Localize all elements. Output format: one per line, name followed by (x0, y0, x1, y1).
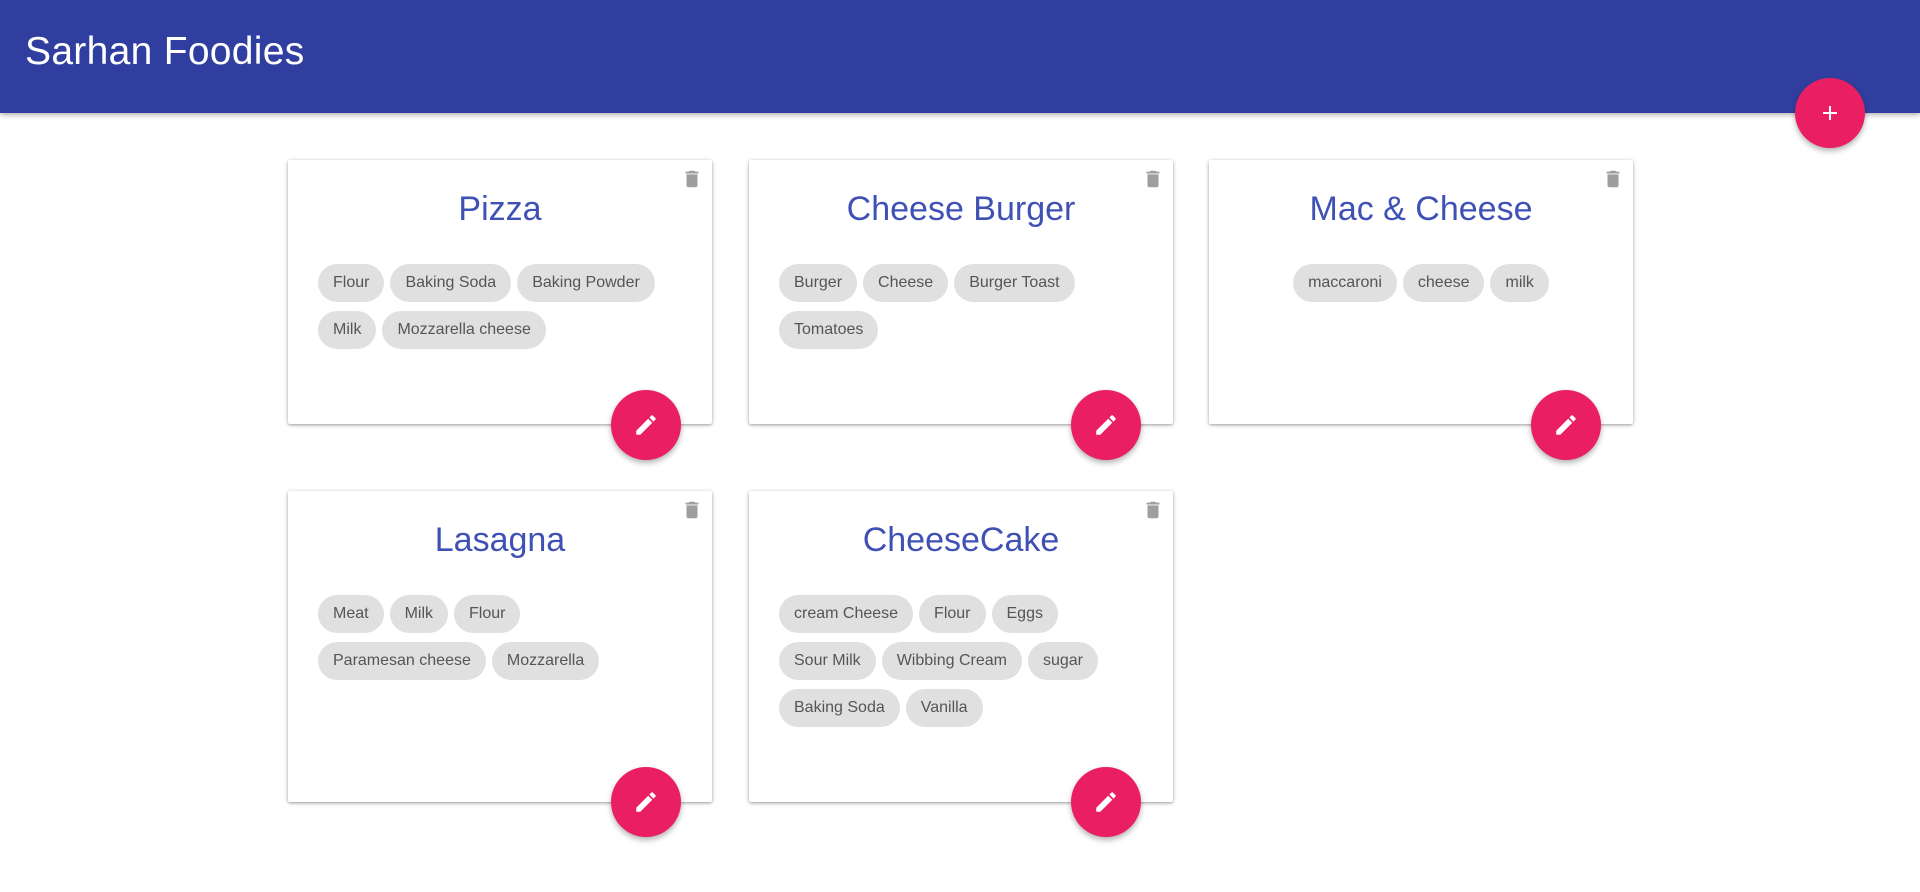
ingredient-list: Meat Milk Flour Paramesan cheese Mozzare… (318, 595, 682, 680)
ingredient-chip[interactable]: Baking Soda (779, 689, 900, 727)
ingredient-chip[interactable]: Paramesan cheese (318, 642, 486, 680)
ingredient-chip[interactable]: maccaroni (1293, 264, 1397, 302)
pencil-icon (1096, 792, 1116, 812)
edit-recipe-button[interactable] (1071, 390, 1141, 460)
edit-recipe-button[interactable] (1531, 390, 1601, 460)
recipe-title: Lasagna (434, 521, 566, 559)
app-bar: Sarhan Foodies (0, 0, 1920, 113)
plus-icon (1823, 106, 1837, 120)
pencil-icon (1556, 415, 1576, 435)
ingredient-list: Burger Cheese Burger Toast Tomatoes (779, 264, 1143, 349)
edit-recipe-button[interactable] (611, 390, 681, 460)
app-title: Sarhan Foodies (25, 30, 305, 73)
ingredient-chip[interactable]: cream Cheese (779, 595, 914, 633)
recipe-title: Mac & Cheese (1309, 190, 1533, 228)
trash-icon (1146, 501, 1160, 519)
ingredient-list: Flour Baking Soda Baking Powder Milk Moz… (318, 264, 682, 349)
ingredient-chip[interactable]: Baking Soda (390, 264, 512, 302)
recipe-card-pizza: Pizza Flour Baking Soda Baking Powder Mi… (288, 160, 712, 424)
trash-icon (685, 170, 699, 188)
ingredient-chip[interactable]: Burger Toast (954, 264, 1075, 302)
ingredient-chip[interactable]: Flour (454, 595, 521, 633)
ingredient-chip[interactable]: Mozzarella cheese (382, 311, 546, 349)
ingredient-list: cream Cheese Flour Eggs Sour Milk Wibbin… (779, 595, 1143, 727)
ingredient-chip[interactable]: cheese (1402, 264, 1485, 302)
ingredient-chip[interactable]: Sour Milk (779, 642, 876, 680)
delete-recipe-button[interactable] (1141, 167, 1165, 191)
pencil-icon (636, 792, 656, 812)
recipe-card-cheese-burger: Cheese Burger Burger Cheese Burger Toast… (749, 160, 1173, 424)
ingredient-chip[interactable]: sugar (1027, 642, 1098, 680)
ingredient-chip[interactable]: Cheese (863, 264, 949, 302)
ingredient-chip[interactable]: Wibbing Cream (881, 642, 1022, 680)
ingredient-chip[interactable]: Baking Powder (517, 264, 655, 302)
recipe-card-lasagna: Lasagna Meat Milk Flour Paramesan cheese… (288, 491, 712, 802)
recipe-card-mac-and-cheese: Mac & Cheese maccaroni cheese milk (1209, 160, 1633, 424)
ingredient-chip[interactable]: Burger (779, 264, 858, 302)
ingredient-chip[interactable]: Milk (318, 311, 377, 349)
recipe-title: Pizza (458, 190, 542, 228)
ingredient-chip[interactable]: Meat (318, 595, 384, 633)
delete-recipe-button[interactable] (1141, 498, 1165, 522)
ingredient-chip[interactable]: Flour (919, 595, 986, 633)
delete-recipe-button[interactable] (680, 167, 704, 191)
trash-icon (1606, 170, 1620, 188)
trash-icon (1146, 170, 1160, 188)
ingredient-chip[interactable]: Vanilla (905, 689, 983, 727)
ingredient-chip[interactable]: Tomatoes (779, 311, 879, 349)
recipe-card-cheesecake: CheeseCake cream Cheese Flour Eggs Sour … (749, 491, 1173, 802)
ingredient-chip[interactable]: Mozzarella (491, 642, 600, 680)
add-recipe-button[interactable] (1795, 78, 1865, 148)
delete-recipe-button[interactable] (1601, 167, 1625, 191)
ingredient-chip[interactable]: Milk (389, 595, 449, 633)
pencil-icon (636, 415, 656, 435)
trash-icon (685, 501, 699, 519)
edit-recipe-button[interactable] (1071, 767, 1141, 837)
ingredient-chip[interactable]: milk (1490, 264, 1549, 302)
ingredient-list: maccaroni cheese milk (1239, 264, 1603, 302)
ingredient-chip[interactable]: Eggs (991, 595, 1058, 633)
edit-recipe-button[interactable] (611, 767, 681, 837)
ingredient-chip[interactable]: Flour (318, 264, 385, 302)
recipe-title: CheeseCake (862, 521, 1060, 559)
recipe-title: Cheese Burger (846, 190, 1076, 228)
delete-recipe-button[interactable] (680, 498, 704, 522)
pencil-icon (1096, 415, 1116, 435)
